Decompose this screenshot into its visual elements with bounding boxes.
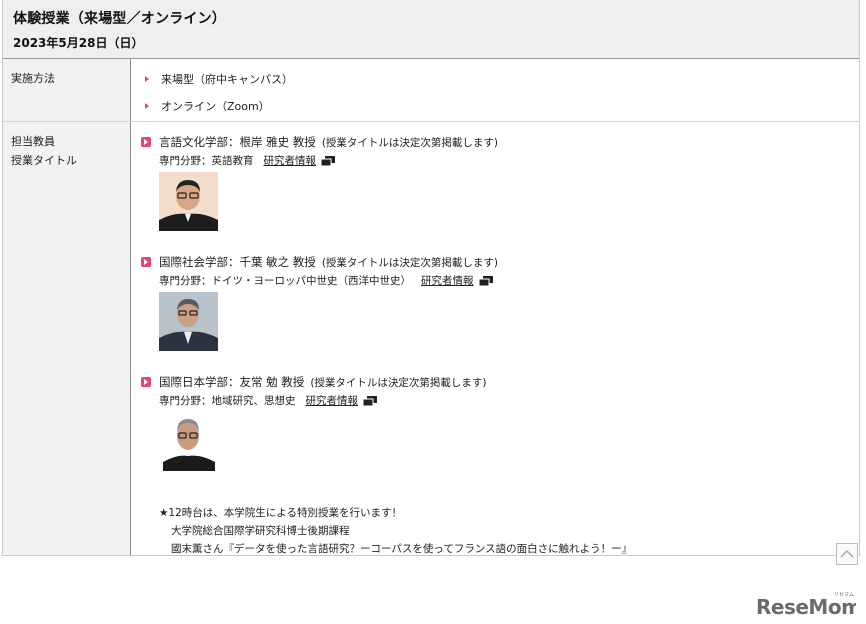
method-content: 来場型（府中キャンパス） オンライン（Zoom）	[131, 59, 859, 121]
chevron-up-icon	[840, 549, 854, 558]
teacher-entry: 言語文化学部：根岸 雅史 教授 (授業タイトルは決定次第掲載します) 専門分野：…	[141, 134, 849, 234]
special-line: 國末薫さん『データを使った言語研究？ーコーパスを使ってフランス語の面白さに触れよ…	[171, 543, 633, 555]
external-window-icon[interactable]	[363, 395, 377, 406]
triangle-bullet-icon	[145, 75, 149, 82]
special-class-note: ★12時台は、本学院生による特別授業を行います！ 大学院総合国際学研究科博士後期…	[159, 504, 849, 558]
teachers-content: 言語文化学部：根岸 雅史 教授 (授業タイトルは決定次第掲載します) 専門分野：…	[131, 122, 859, 555]
teacher-name: 国際日本学部：友常 勉 教授	[159, 375, 305, 389]
method-item-onsite: 来場型（府中キャンパス）	[141, 65, 849, 92]
researcher-info-link[interactable]: 研究者情報	[421, 273, 474, 288]
teacher-field: 専門分野：英語教育	[159, 155, 254, 167]
teacher-field: 専門分野：地域研究、思想史	[159, 395, 296, 407]
researcher-info-link[interactable]: 研究者情報	[306, 393, 359, 408]
teacher-name: 国際社会学部：千葉 敏之 教授	[159, 255, 316, 269]
teacher-name: 言語文化学部：根岸 雅史 教授	[159, 135, 316, 149]
triangle-bullet-icon	[145, 102, 149, 109]
special-line: 大学院総合国際学研究科博士後期課程	[171, 525, 350, 537]
teacher-entry: 国際社会学部：千葉 敏之 教授 (授業タイトルは決定次第掲載します) 専門分野：…	[141, 254, 849, 354]
method-item-label: 来場型（府中キャンパス）	[161, 72, 293, 86]
teacher-entry: 国際日本学部：友常 勉 教授 (授業タイトルは決定次第掲載します) 専門分野：地…	[141, 374, 849, 474]
teacher-photo	[159, 412, 218, 471]
teacher-photo	[159, 292, 218, 351]
teacher-note: (授業タイトルは決定次第掲載します)	[310, 376, 487, 389]
table-header: 体験授業（来場型／オンライン） 2023年5月28日（日）	[3, 0, 859, 59]
researcher-info-link[interactable]: 研究者情報	[264, 153, 317, 168]
event-date: 2023年5月28日（日）	[13, 36, 144, 50]
external-window-icon[interactable]	[321, 155, 335, 166]
square-arrow-bullet-icon	[141, 257, 151, 267]
teachers-label-line1: 担当教員	[11, 135, 55, 148]
method-item-online: オンライン（Zoom）	[141, 92, 849, 119]
square-arrow-bullet-icon	[141, 377, 151, 387]
teachers-label-line2: 授業タイトル	[11, 154, 77, 167]
teachers-label: 担当教員 授業タイトル	[3, 122, 131, 555]
method-label: 実施方法	[3, 59, 131, 121]
teachers-row: 担当教員 授業タイトル 言語文化学部：根岸 雅史 教授 (授業タイトルは決定次第…	[3, 122, 859, 555]
teacher-photo	[159, 172, 218, 231]
svg-text:ReseMom: ReseMom	[756, 595, 856, 619]
event-table: 体験授業（来場型／オンライン） 2023年5月28日（日） 実施方法 来場型（府…	[2, 0, 860, 556]
method-row: 実施方法 来場型（府中キャンパス） オンライン（Zoom）	[3, 59, 859, 122]
special-line: ★12時台は、本学院生による特別授業を行います！	[159, 507, 402, 519]
page-title: 体験授業（来場型／オンライン）	[13, 11, 226, 27]
scroll-to-top-button[interactable]	[836, 543, 858, 565]
external-window-icon[interactable]	[478, 275, 493, 286]
teacher-note: (授業タイトルは決定次第掲載します)	[321, 256, 499, 269]
method-item-label: オンライン（Zoom）	[161, 99, 270, 113]
teacher-field: 専門分野：ドイツ・ヨーロッパ中世史（西洋中世史）	[159, 275, 411, 287]
teacher-note: (授業タイトルは決定次第掲載します)	[321, 136, 499, 149]
square-arrow-bullet-icon	[141, 137, 151, 147]
resemom-logo: ReseMom リセマム	[756, 592, 856, 619]
svg-text:リセマム: リセマム	[834, 592, 854, 598]
